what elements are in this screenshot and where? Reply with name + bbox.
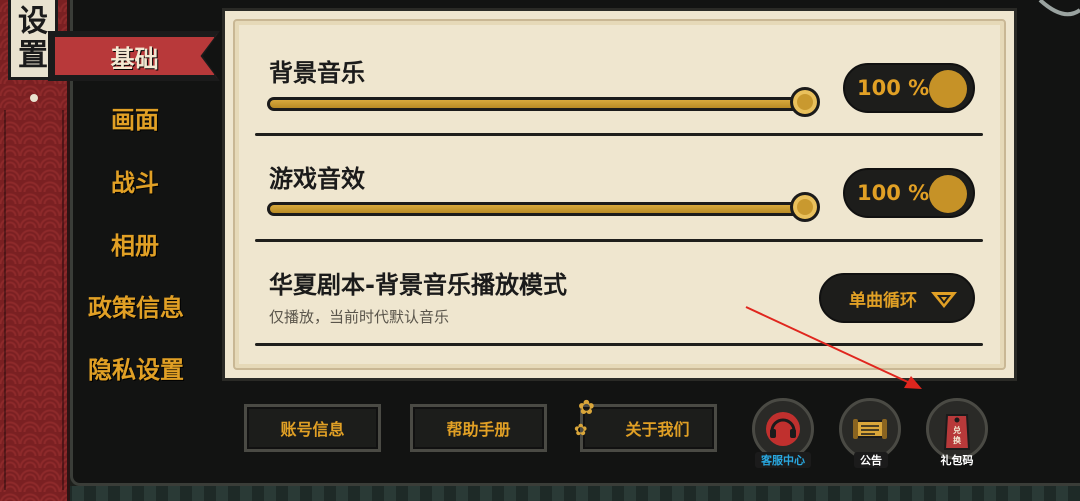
bgm-slider[interactable] [267, 97, 817, 111]
gift-badge-char-2: 换 [953, 435, 962, 445]
nav-item-graphics[interactable]: 画面 [72, 99, 198, 135]
settings-card: 背景音乐 100 % 游戏音效 100 % 华夏剧本-背景音乐播放模式 仅播放，… [222, 8, 1017, 381]
playback-mode-description: 仅播放，当前时代默认音乐 [269, 308, 450, 326]
flower-icon: ✿ [578, 395, 595, 419]
bottom-decor [0, 486, 1080, 501]
bgm-slider-fill [270, 100, 814, 108]
about-us-button[interactable]: 关于我们 [580, 404, 717, 452]
playback-mode-value: 单曲循环 [849, 290, 917, 311]
playback-mode-select[interactable]: 单曲循环 [819, 273, 975, 323]
corner-ornament [1038, 0, 1080, 17]
flower-icon: ✿ [574, 420, 588, 439]
sfx-toggle-knob [929, 175, 967, 213]
page-title-char-1: 设 [18, 3, 48, 39]
nav-item-battle[interactable]: 战斗 [72, 162, 198, 198]
sfx-slider-knob[interactable] [790, 192, 820, 222]
divider [255, 133, 983, 136]
sfx-value-toggle[interactable]: 100 % [843, 168, 975, 218]
title-dot [30, 94, 38, 102]
headset-icon [766, 412, 800, 446]
nav-item-policy[interactable]: 政策信息 [66, 287, 206, 323]
bgm-label: 背景音乐 [269, 59, 365, 87]
bgm-value-toggle[interactable]: 100 % [843, 63, 975, 113]
account-info-button[interactable]: 账号信息 [244, 404, 381, 452]
gift-badge-char-1: 兑 [953, 425, 961, 435]
scroll-icon [853, 419, 887, 439]
sfx-slider[interactable] [267, 202, 817, 216]
gift-code-label: 礼包码 [940, 454, 974, 467]
divider [255, 343, 983, 346]
gift-code-button[interactable]: 兑 换 [926, 398, 988, 460]
nav-item-basic[interactable]: 基础 [52, 34, 217, 78]
nav-item-privacy[interactable]: 隐私设置 [66, 349, 206, 385]
bgm-value: 100 % [857, 76, 930, 100]
customer-service-button[interactable] [752, 398, 814, 460]
chevron-down-icon [931, 292, 957, 308]
bgm-slider-knob[interactable] [790, 87, 820, 117]
sfx-slider-fill [270, 205, 814, 213]
sfx-value: 100 % [857, 181, 930, 205]
customer-service-label: 客服中心 [755, 452, 811, 468]
nav-item-album[interactable]: 相册 [72, 225, 198, 261]
help-manual-button[interactable]: 帮助手册 [410, 404, 547, 452]
sfx-label: 游戏音效 [269, 165, 365, 193]
divider [255, 239, 983, 242]
announcement-button[interactable] [839, 398, 901, 460]
page-title-char-2: 置 [18, 37, 48, 73]
bgm-toggle-knob [929, 70, 967, 108]
gift-tag-icon: 兑 换 [943, 414, 971, 450]
announcement-label: 公告 [854, 452, 888, 468]
playback-mode-label: 华夏剧本-背景音乐播放模式 [269, 271, 567, 299]
